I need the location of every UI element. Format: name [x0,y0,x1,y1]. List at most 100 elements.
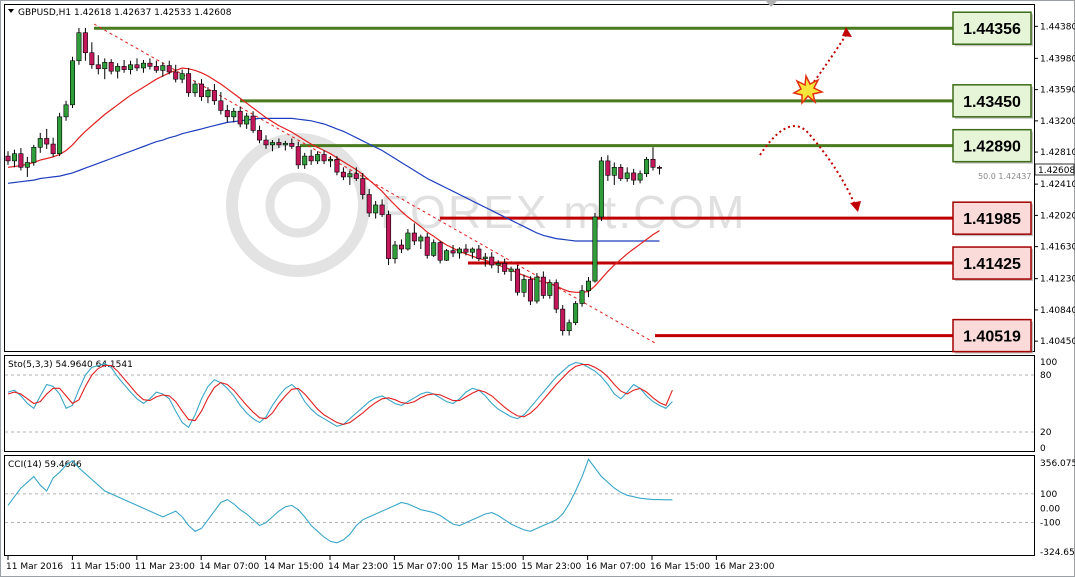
bear-candle [218,100,224,111]
bear-candle [257,130,263,141]
price-tick-label: 1.42020 [1040,211,1075,221]
bull-candle [205,90,211,98]
bull-candle [585,280,591,291]
level-box-label: 1.44356 [963,21,1021,38]
time-tick-label: 16 Mar 07:00 [586,562,646,572]
bear-candle [224,110,230,118]
fib-label: 50.0 1.42437 [978,172,1031,181]
bear-candle [437,242,443,261]
bull-candle [611,167,617,176]
bull-candle [115,66,121,72]
bear-candle [360,178,366,195]
time-tick-label: 14 Mar 23:00 [328,562,388,572]
bull-candle [444,250,450,261]
bull-candle [392,244,398,259]
stochastic-level-label: 80 [1040,371,1052,381]
stochastic-plot-area [4,355,1035,452]
price-tick-label: 1.42810 [1040,148,1075,158]
bull-candle [405,232,411,250]
price-tick-label: 1.42410 [1040,180,1075,190]
cci-level-label: -324.652 [1040,548,1075,558]
bear-candle [386,214,392,259]
chart-frame: 1.44380 1.43980 1.43590 1.43200 1.42810 1.424… [0,0,1075,577]
bull-candle [373,204,379,214]
bull-candle [521,279,527,293]
cci-level-label: 100 [1040,490,1057,500]
cci-panel: CCI(14) 59.4646 356.0751000.00-100-324.6… [4,455,1075,558]
level-box-label: 1.40519 [963,329,1021,346]
bull-candle [128,64,134,70]
bear-candle [95,64,101,70]
bull-candle [231,110,237,118]
price-tick-label: 1.43200 [1040,117,1075,127]
bear-candle [147,62,153,67]
bear-candle [489,256,495,266]
bear-candle [353,173,359,179]
bull-candle [482,256,488,259]
bear-candle [411,232,417,242]
bear-candle [50,143,56,154]
level-box-label: 1.41985 [963,211,1021,228]
bear-candle [553,282,559,310]
price-tick-label: 1.43590 [1040,86,1075,96]
bull-candle [579,290,585,304]
bull-candle [566,322,572,332]
time-tick-label: 15 Mar 07:00 [392,562,452,572]
bull-candle [63,104,69,118]
bear-candle [650,158,656,168]
bear-candle [82,32,88,54]
bull-candle [269,142,275,146]
price-tick-label: 1.41630 [1040,243,1075,253]
bear-candle [424,236,430,256]
price-tick-label: 1.40840 [1040,306,1075,316]
bear-candle [463,248,469,253]
time-tick-label: 11 Mar 15:00 [70,562,130,572]
bull-candle [70,60,76,106]
bear-candle [366,194,372,214]
bear-candle [605,160,611,176]
cci-level-label: 0.00 [1040,504,1060,514]
bull-candle [192,83,198,94]
bear-candle [334,158,340,173]
bull-candle [431,242,437,256]
bear-candle [121,66,127,70]
bull-candle [469,248,475,253]
time-tick-label: 16 Mar 15:00 [650,562,710,572]
stochastic-level-label: 20 [1040,428,1052,438]
bear-candle [18,153,24,168]
bear-candle [44,138,50,145]
cci-level-label: -100 [1040,519,1061,529]
bear-candle [476,248,482,259]
bull-candle [302,155,308,166]
price-tick-label: 1.40450 [1040,337,1075,347]
bull-candle [140,62,146,69]
bull-candle [418,236,424,242]
time-tick-label: 14 Mar 15:00 [264,562,324,572]
bull-candle [495,263,501,266]
bull-candle [315,154,321,162]
time-tick-label: 14 Mar 07:00 [199,562,259,572]
bull-candle [592,216,598,282]
bull-candle [244,115,250,125]
bull-candle [624,172,630,179]
bull-candle [57,116,63,154]
bear-candle [134,64,140,69]
bear-candle [398,244,404,250]
bear-candle [166,65,172,73]
bull-candle [31,146,37,163]
bear-candle [289,142,295,147]
bear-candle [540,276,546,296]
bull-candle [598,160,604,218]
bull-candle [456,248,462,254]
price-tick-label: 1.44380 [1040,22,1075,32]
bear-candle [211,90,217,102]
stochastic-level-label: 0 [1040,444,1046,454]
symbol-header: GBPUSD,H1 1.42618 1.42637 1.42533 1.4260… [18,8,232,18]
bull-candle [102,62,108,70]
stochastic-level-label: 100 [1040,358,1057,368]
bull-candle [76,32,82,62]
bear-candle [237,110,243,125]
bull-candle [37,138,43,148]
bull-candle [327,158,333,162]
price-tick-label: 1.41230 [1040,275,1075,285]
